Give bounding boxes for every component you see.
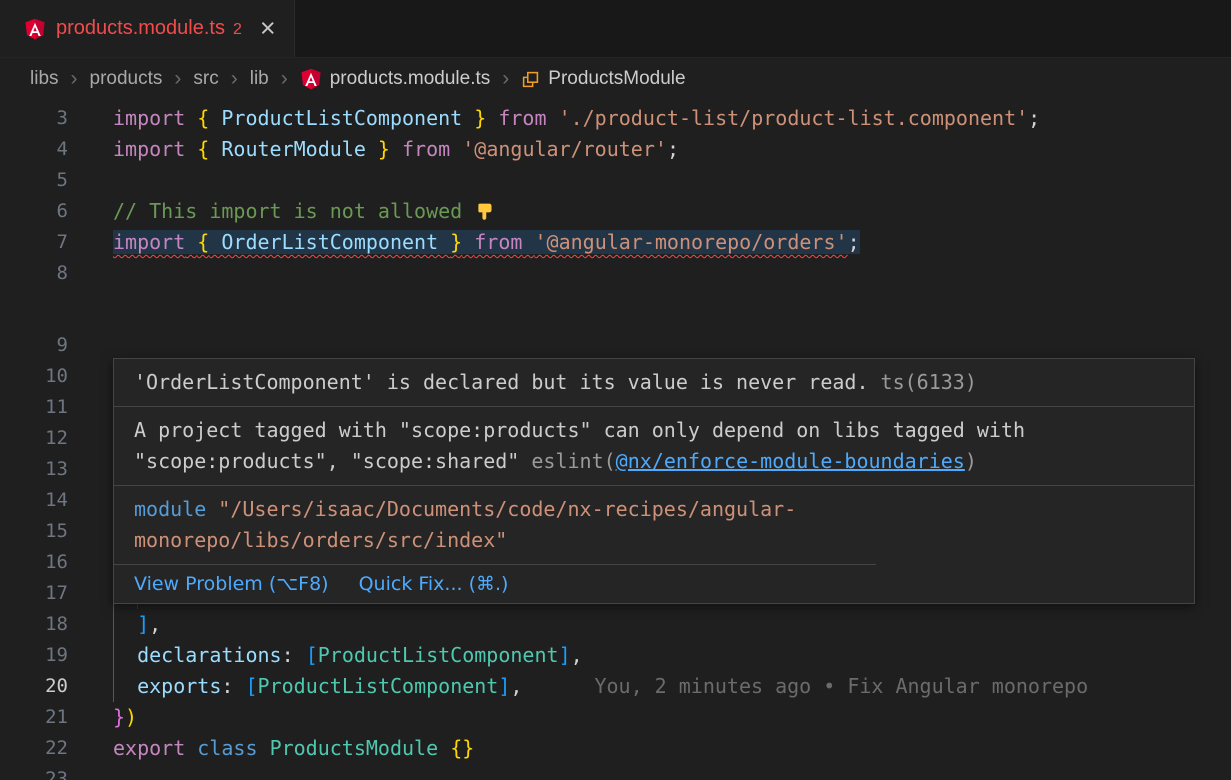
hover-actions: View Problem (⌥F8) Quick Fix... (⌘.): [114, 565, 1194, 603]
quick-fix-action[interactable]: Quick Fix... (⌘.): [359, 573, 509, 595]
line-number: 14: [0, 485, 68, 516]
code-line-23[interactable]: 23: [0, 764, 1231, 780]
line-content: import { RouterModule } from '@angular/r…: [113, 134, 1231, 165]
angular-icon: [24, 18, 46, 40]
code-line-18[interactable]: 18 ],: [0, 609, 1231, 640]
view-problem-action[interactable]: View Problem (⌥F8): [134, 573, 329, 595]
code-line-9[interactable]: 9: [0, 330, 1231, 361]
hover-popup: 'OrderListComponent' is declared but its…: [113, 358, 1195, 604]
line-content: ],: [113, 609, 1231, 640]
vscode-editor-window: products.module.ts 2 × libs › products › src…: [0, 0, 1231, 780]
indent-guide: [113, 609, 114, 640]
line-number: 20: [0, 671, 68, 702]
line-number: 4: [0, 134, 68, 165]
tab-bar: products.module.ts 2 ×: [0, 0, 1231, 58]
breadcrumb-products-module-ts[interactable]: products.module.ts: [300, 68, 491, 90]
line-number: 9: [0, 330, 68, 361]
line-number: 16: [0, 547, 68, 578]
line-number: 10: [0, 361, 68, 392]
code-line-8[interactable]: 8: [0, 258, 1231, 289]
line-content: declarations: [ProductListComponent],: [113, 640, 1231, 671]
line-number: 17: [0, 578, 68, 609]
code-line-22[interactable]: 22 export class ProductsModule {}: [0, 733, 1231, 764]
breadcrumb-separator: ›: [174, 67, 181, 91]
line-number: 12: [0, 423, 68, 454]
pointing-down-emoji: [474, 199, 495, 223]
line-number: 23: [0, 764, 68, 780]
line-number: 13: [0, 454, 68, 485]
line-content: exports: [ProductListComponent],You, 2 m…: [113, 671, 1231, 702]
tab-products-module-ts[interactable]: products.module.ts 2 ×: [0, 0, 295, 57]
hover-message-typescript: 'OrderListComponent' is declared but its…: [114, 359, 1194, 407]
hover-message-eslint: A project tagged with "scope:products" c…: [114, 407, 1194, 486]
class-symbol-icon: [521, 70, 540, 89]
breadcrumb-products[interactable]: products: [90, 68, 163, 90]
indent-guide: [113, 671, 114, 702]
line-content: [113, 165, 1231, 196]
breadcrumb-separator: ›: [71, 67, 78, 91]
breadcrumb: libs › products › src › lib › products.module.ts…: [0, 58, 1231, 100]
line-number: 22: [0, 733, 68, 764]
close-icon[interactable]: ×: [260, 15, 276, 42]
line-content: [113, 258, 1231, 289]
code-line-5[interactable]: 5: [0, 165, 1231, 196]
code-line-21[interactable]: 21}): [0, 702, 1231, 733]
tab-filename: products.module.ts: [56, 17, 225, 40]
git-blame-annotation: You, 2 minutes ago • Fix Angular monorep…: [594, 674, 1088, 698]
breadcrumb-separator: ›: [502, 67, 509, 91]
code-line-6[interactable]: 6 // This import is not allowed: [0, 196, 1231, 227]
hover-module-path: module "/Users/isaac/Documents/code/nx-r…: [114, 486, 876, 565]
code-editor[interactable]: 3 import { ProductListComponent } from '.…: [0, 100, 1231, 780]
breadcrumb-src[interactable]: src: [193, 68, 218, 90]
indent-guide: [113, 640, 114, 671]
breadcrumb-productsmodule[interactable]: ProductsModule: [521, 68, 685, 90]
breadcrumb-separator: ›: [281, 67, 288, 91]
line-number: 7: [0, 227, 68, 258]
line-content: }): [113, 702, 1231, 733]
line-number: 21: [0, 702, 68, 733]
line-number: 5: [0, 165, 68, 196]
code-line-3[interactable]: 3 import { ProductListComponent } from '.…: [0, 103, 1231, 134]
line-content: import { ProductListComponent } from './…: [113, 103, 1231, 134]
line-number: 19: [0, 640, 68, 671]
code-line-19[interactable]: 19 declarations: [ProductListComponent],: [0, 640, 1231, 671]
tab-error-count-badge: 2: [233, 21, 242, 39]
line-number: 15: [0, 516, 68, 547]
line-content: // This import is not allowed: [113, 196, 1231, 227]
breadcrumb-lib[interactable]: lib: [250, 68, 269, 90]
line-content: [113, 764, 1231, 780]
line-number: 8: [0, 258, 68, 289]
line-content: import { OrderListComponent } from '@ang…: [113, 227, 1231, 258]
line-number: 6: [0, 196, 68, 227]
breadcrumb-separator: ›: [231, 67, 238, 91]
code-line-20[interactable]: 20 exports: [ProductListComponent],You, …: [0, 671, 1231, 702]
hover-messages: 'OrderListComponent' is declared but its…: [114, 359, 1194, 565]
breadcrumb-libs[interactable]: libs: [30, 68, 59, 90]
code-line-4[interactable]: 4 import { RouterModule } from '@angular/…: [0, 134, 1231, 165]
line-number: 11: [0, 392, 68, 423]
line-number: 18: [0, 609, 68, 640]
angular-icon: [300, 68, 322, 90]
line-content: export class ProductsModule {}: [113, 733, 1231, 764]
eslint-rule-link[interactable]: @nx/enforce-module-boundaries: [616, 449, 965, 473]
line-content: [113, 330, 1231, 361]
line-number: 3: [0, 103, 68, 134]
code-line-7[interactable]: 7 import { OrderListComponent } from '@an…: [0, 227, 1231, 258]
